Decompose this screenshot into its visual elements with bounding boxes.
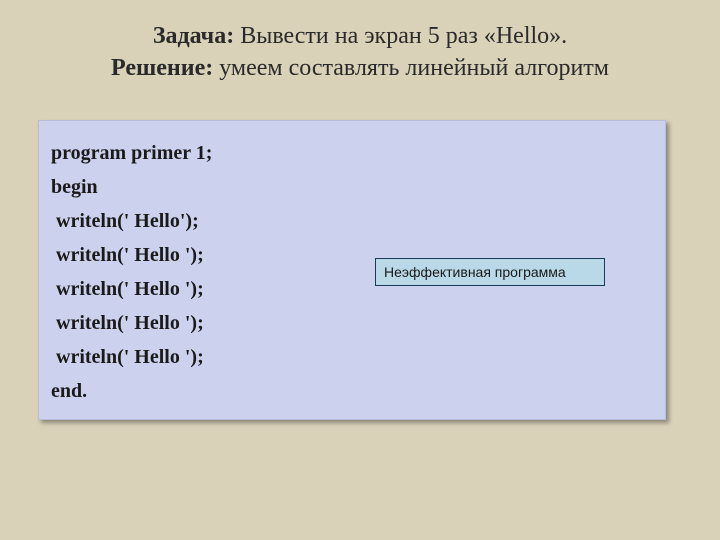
note-box: Неэффективная программа	[375, 258, 605, 286]
task-label: Задача:	[153, 23, 234, 49]
note-text: Неэффективная программа	[384, 264, 566, 280]
slide-title: Задача: Вывести на экран 5 раз «Hello». …	[0, 0, 720, 85]
code-line: writeln(' Hello ');	[51, 340, 653, 374]
code-line: writeln(' Hello ');	[51, 306, 653, 340]
code-line: program primer 1;	[51, 136, 653, 170]
task-text: Вывести на экран 5 раз «Hello».	[234, 23, 567, 49]
solution-label: Решение:	[111, 55, 213, 81]
solution-text: умеем составлять линейный алгоритм	[213, 55, 609, 81]
code-line: begin	[51, 170, 653, 204]
code-line: writeln(' Hello');	[51, 204, 653, 238]
code-line: end.	[51, 374, 653, 408]
slide: Задача: Вывести на экран 5 раз «Hello». …	[0, 0, 720, 540]
